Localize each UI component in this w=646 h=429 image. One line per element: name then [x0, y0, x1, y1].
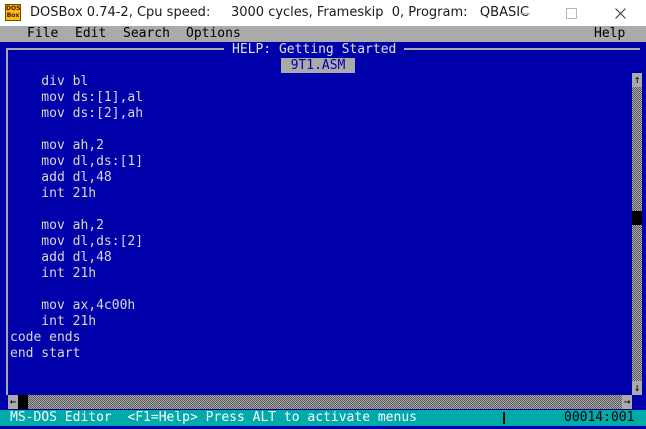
- horizontal-scrollbar[interactable]: ← →: [8, 395, 632, 409]
- close-button[interactable]: [594, 0, 646, 26]
- status-bar: MS-DOS Editor <F1=Help> Press ALT to act…: [0, 410, 646, 426]
- minimize-button[interactable]: [502, 0, 548, 26]
- code-line: end start: [10, 346, 81, 361]
- code-line: mov ah,2: [10, 218, 104, 233]
- window-title: DOSBox 0.74-2, Cpu speed: 3000 cycles, F…: [30, 5, 530, 20]
- menu-file[interactable]: File: [27, 26, 58, 42]
- code-line: int 21h: [10, 186, 97, 201]
- code-line: int 21h: [10, 314, 97, 329]
- scroll-up-arrow-icon[interactable]: ↑: [632, 73, 642, 87]
- menu-options[interactable]: Options: [186, 26, 241, 42]
- status-separator: [503, 412, 505, 424]
- help-window-title: HELP: Getting Started: [224, 42, 405, 58]
- vertical-scroll-thumb[interactable]: [632, 211, 642, 225]
- menu-help[interactable]: Help: [594, 26, 625, 42]
- code-line: mov dl,ds:[1]: [10, 154, 144, 169]
- code-line: mov ds:[1],al: [10, 90, 144, 105]
- dosbox-icon: DOS Box: [5, 4, 21, 21]
- editor-content[interactable]: div bl mov ds:[1],al mov ds:[2],ah mov a…: [10, 74, 630, 394]
- menu-edit[interactable]: Edit: [75, 26, 106, 42]
- code-line: add dl,48: [10, 250, 112, 265]
- scroll-right-arrow-icon[interactable]: →: [622, 395, 632, 409]
- code-line: add dl,48: [10, 170, 112, 185]
- cursor-position: 00014:001: [564, 410, 635, 425]
- help-window-left-border: [6, 49, 8, 395]
- code-line: mov ax,4c00h: [10, 298, 136, 313]
- code-line: code ends: [10, 330, 81, 345]
- close-icon: [615, 8, 626, 19]
- status-text: MS-DOS Editor <F1=Help> Press ALT to act…: [10, 410, 417, 425]
- file-tab[interactable]: 9T1.ASM: [281, 58, 355, 73]
- code-line: div bl: [10, 74, 89, 89]
- menu-bar: File Edit Search Options Help: [0, 26, 646, 42]
- scroll-left-arrow-icon[interactable]: ←: [8, 395, 18, 409]
- maximize-button[interactable]: [548, 0, 594, 26]
- menu-search[interactable]: Search: [123, 26, 170, 42]
- dos-screen: File Edit Search Options Help HELP: Gett…: [0, 26, 646, 429]
- vertical-scrollbar[interactable]: ↑ ↓: [632, 73, 642, 395]
- window-title-bar[interactable]: DOS Box DOSBox 0.74-2, Cpu speed: 3000 cy…: [0, 0, 646, 27]
- code-line: mov ah,2: [10, 138, 104, 153]
- horizontal-scroll-thumb[interactable]: [18, 395, 28, 409]
- scroll-down-arrow-icon[interactable]: ↓: [632, 381, 642, 395]
- code-line: mov dl,ds:[2]: [10, 234, 144, 249]
- code-line: mov ds:[2],ah: [10, 106, 144, 121]
- code-line: int 21h: [10, 266, 97, 281]
